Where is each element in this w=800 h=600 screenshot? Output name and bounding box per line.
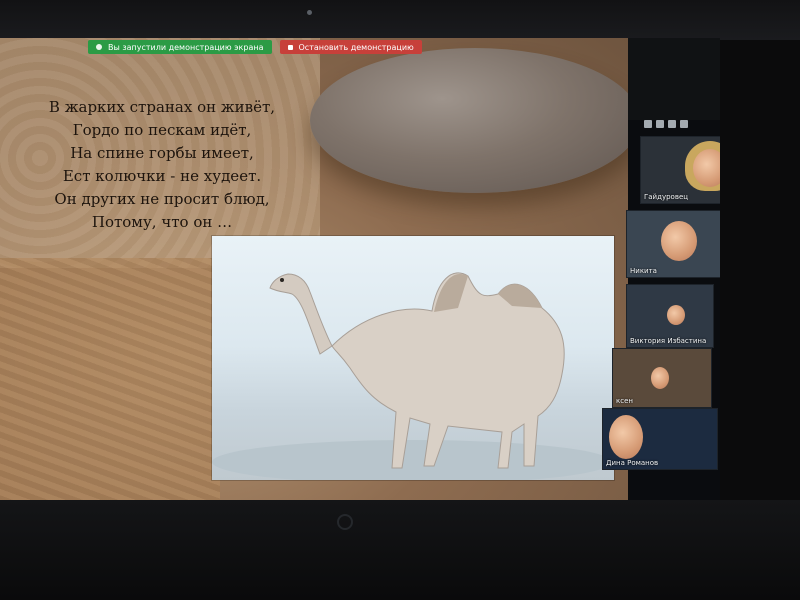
laptop-bezel-top — [0, 0, 800, 40]
panel-toggle-icon[interactable] — [680, 120, 688, 128]
participant-name: Дина Романов — [606, 459, 659, 467]
participant-name: ксен — [616, 397, 633, 405]
poem-line: На спине горбы имеет, — [70, 144, 254, 162]
camel-eye — [280, 278, 284, 282]
stop-icon — [287, 44, 293, 50]
sharing-status-badge: Вы запустили демонстрацию экрана — [88, 40, 272, 54]
stop-sharing-button[interactable]: Остановить демонстрацию — [279, 40, 422, 54]
webcam-icon — [307, 10, 312, 15]
brand-logo-icon — [337, 514, 353, 530]
participant-face — [667, 305, 685, 325]
laptop-keyboard-area — [0, 500, 800, 600]
participant-face — [661, 221, 697, 261]
ground-shadow — [212, 440, 612, 480]
sharing-status-text: Вы запустили демонстрацию экрана — [108, 42, 264, 52]
participant-tile-2[interactable]: Никита — [626, 210, 720, 278]
participant-name: Виктория Избастина — [630, 337, 707, 345]
panel-toggle-icon[interactable] — [668, 120, 676, 128]
participant-name: Гайдуровец — [644, 193, 689, 201]
participant-name: Никита — [630, 267, 657, 275]
camel-photo — [212, 236, 614, 480]
panel-toggle-icon[interactable] — [644, 120, 652, 128]
participant-tile-1[interactable]: Гайдуровец — [640, 136, 720, 204]
stone-image — [310, 48, 628, 193]
laptop-screen: В жарких странах он живёт, Гордо по песк… — [0, 38, 720, 500]
screen-share-banner: Вы запустили демонстрацию экрана Останов… — [88, 40, 422, 54]
poem-line: Он других не просит блюд, — [54, 190, 270, 208]
poem-line: Потому, что он … — [91, 213, 233, 231]
screen-share-icon — [96, 44, 102, 50]
poem-line: Гордо по пескам идёт, — [72, 121, 252, 139]
participant-tile-5[interactable]: Дина Романов — [602, 408, 718, 470]
camel-illustration — [212, 272, 612, 480]
panel-toggle-icon[interactable] — [656, 120, 664, 128]
participant-face — [651, 367, 669, 389]
stop-sharing-label: Остановить демонстрацию — [298, 42, 414, 52]
poem-line: В жарких странах он живёт, — [48, 98, 276, 116]
camel-neck — [269, 273, 333, 355]
participant-tile-4[interactable]: ксен — [612, 348, 712, 408]
panel-toolbar — [644, 120, 688, 128]
sand-texture-image — [0, 258, 220, 500]
participant-tile-3[interactable]: Виктория Избастина — [626, 284, 714, 348]
poem-text: В жарких странах он живёт, Гордо по песк… — [12, 96, 312, 234]
poem-line: Ест колючки - не худеет. — [62, 167, 262, 185]
presentation-slide: В жарких странах он живёт, Гордо по песк… — [0, 38, 628, 500]
participant-face — [693, 149, 720, 187]
participant-face — [609, 415, 643, 459]
